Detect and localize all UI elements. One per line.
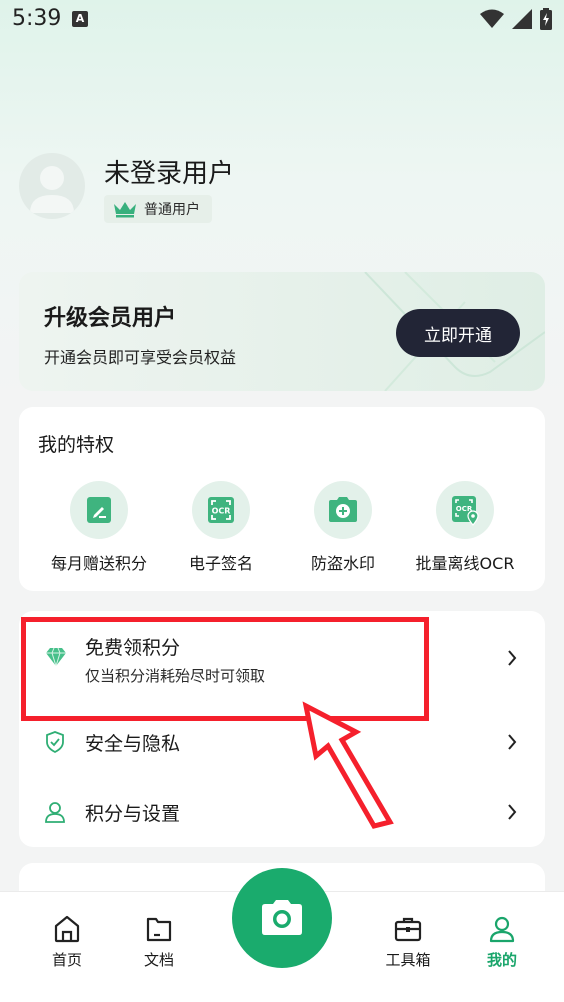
home-icon: [54, 915, 80, 943]
vip-description: 开通会员即可享受会员权益: [44, 348, 237, 367]
activate-vip-button[interactable]: 立即开通: [396, 309, 520, 357]
nav-label: 工具箱: [385, 951, 431, 969]
nav-docs[interactable]: 文档: [127, 914, 191, 970]
status-time: 5:39: [12, 6, 62, 31]
nav-label: 文档: [143, 951, 174, 969]
privilege-batch-ocr[interactable]: OCR 批量离线OCR: [404, 481, 526, 574]
user-active-icon: [489, 916, 515, 943]
signal-icon: [512, 9, 532, 29]
nav-label: 我的: [486, 951, 517, 969]
privilege-label: 电子签名: [188, 554, 253, 573]
edit-doc-icon: [87, 497, 111, 523]
privileges-list: 每月赠送积分 OCR 电子签名 防盗水印 OCR 批量离线OCR: [19, 481, 545, 574]
crown-icon: [114, 202, 136, 218]
nav-label: 首页: [51, 951, 82, 969]
username[interactable]: 未登录用户: [104, 153, 234, 190]
privilege-e-signature[interactable]: OCR 电子签名: [160, 481, 282, 574]
avatar[interactable]: [19, 153, 85, 219]
status-icons: [480, 8, 552, 30]
ocr-scan-icon: OCR: [208, 497, 234, 523]
camera-plus-icon: [329, 497, 357, 522]
privilege-watermark[interactable]: 防盗水印: [282, 481, 404, 574]
wifi-icon: [480, 9, 504, 28]
privilege-label: 每月赠送积分: [50, 554, 147, 573]
shield-check-icon: [46, 731, 64, 753]
nav-mine[interactable]: 我的: [470, 914, 534, 970]
vip-title: 升级会员用户: [44, 306, 177, 331]
menu-item-label: 安全与隐私: [85, 733, 181, 755]
menu-item-settings[interactable]: 积分与设置: [19, 777, 545, 847]
chevron-right-icon: [508, 650, 517, 666]
privilege-label: 批量离线OCR: [415, 554, 515, 573]
battery-icon: [540, 8, 552, 30]
camera-button[interactable]: [232, 868, 332, 968]
privileges-title: 我的特权: [38, 434, 115, 456]
menu-item-label: 积分与设置: [85, 803, 181, 825]
user-silhouette-icon: [30, 166, 74, 213]
privilege-monthly-points[interactable]: 每月赠送积分: [38, 481, 160, 574]
annotation-arrow-icon: [302, 701, 394, 829]
user-outline-icon: [45, 802, 65, 823]
svg-text:OCR: OCR: [212, 507, 231, 516]
privilege-label: 防盗水印: [310, 554, 375, 573]
user-level-badge: 普通用户: [104, 195, 212, 223]
chevron-right-icon: [508, 804, 517, 820]
ocr-location-icon: OCR: [452, 496, 479, 526]
status-bar: 5:39 A: [0, 0, 564, 38]
camera-icon: [262, 900, 302, 935]
user-level-label: 普通用户: [144, 202, 200, 218]
chevron-right-icon: [508, 734, 517, 750]
nav-home[interactable]: 首页: [35, 914, 99, 970]
privileges-card: 我的特权 每月赠送积分 OCR 电子签名 防盗水印 OCR 批量离线OCR: [19, 407, 545, 591]
vip-upgrade-card[interactable]: 升级会员用户 开通会员即可享受会员权益 立即开通: [19, 272, 545, 391]
toolbox-icon: [394, 917, 422, 942]
nav-tools[interactable]: 工具箱: [376, 914, 440, 970]
folder-icon: [146, 917, 172, 942]
notification-a-icon: A: [72, 11, 88, 27]
